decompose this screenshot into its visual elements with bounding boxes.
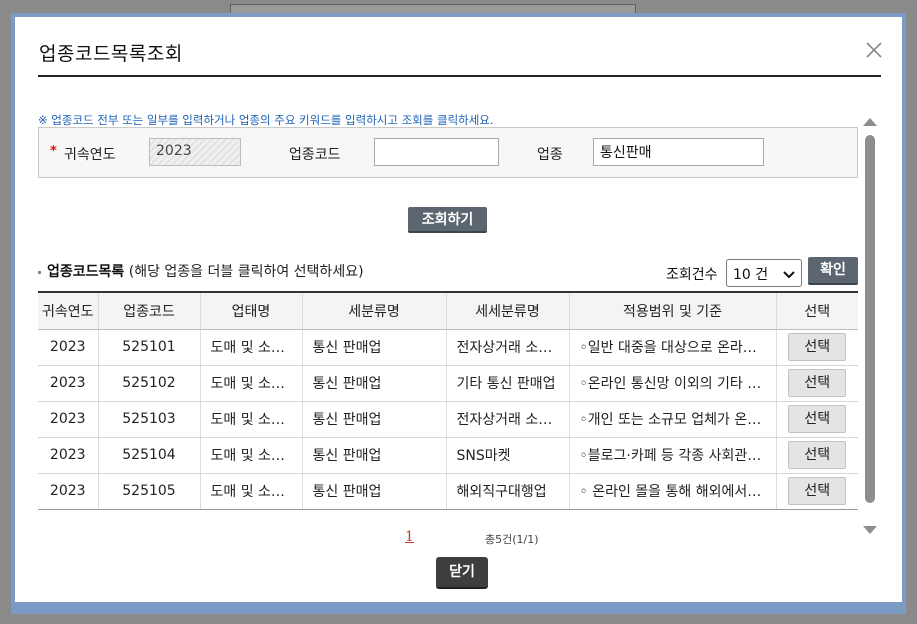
- title-divider: [38, 75, 881, 77]
- cell-business: 도매 및 소매업: [199, 437, 302, 474]
- search-notice: ※ 업종코드 전부 또는 일부를 입력하거나 업종의 주요 키워드를 입력하시고…: [38, 113, 494, 127]
- scroll-thumb[interactable]: [865, 135, 875, 503]
- header-detail-category: 세세분류명: [445, 291, 569, 330]
- cell-year: 2023: [38, 473, 98, 510]
- dialog-content: ※ 업종코드 전부 또는 일부를 입력하거나 업종의 주요 키워드를 입력하시고…: [38, 107, 883, 546]
- cell-detail-category: 전자상거래 소매 중개업: [445, 401, 569, 438]
- dialog-bottom-border: [15, 602, 902, 610]
- header-year: 귀속연도: [38, 291, 98, 330]
- cell-business: 도매 및 소매업: [199, 473, 302, 510]
- select-button[interactable]: 선택: [788, 477, 847, 505]
- count-select[interactable]: 10 건: [726, 259, 802, 287]
- cell-year: 2023: [38, 437, 98, 474]
- cell-year: 2023: [38, 329, 98, 366]
- search-panel: * 귀속연도 2023 업종코드 업종: [38, 127, 858, 178]
- header-code: 업종코드: [97, 291, 200, 330]
- cell-year: 2023: [38, 401, 98, 438]
- table-row[interactable]: 2023 525101 도매 및 소매업 통신 판매업 전자상거래 소매업 ◦일…: [38, 329, 858, 366]
- cell-business: 도매 및 소매업: [199, 365, 302, 402]
- list-title: 업종코드목록: [47, 264, 125, 280]
- search-button[interactable]: 조회하기: [408, 207, 487, 233]
- cell-detail-category: SNS마켓: [445, 437, 569, 474]
- industry-label: 업종: [537, 147, 563, 163]
- required-mark: *: [50, 144, 57, 159]
- cell-code: 525101: [97, 329, 200, 366]
- year-field: 2023: [149, 138, 241, 166]
- cell-subcategory: 통신 판매업: [301, 329, 446, 366]
- cell-scope: ◦온라인 통신망 이외의 기타 통신 수단에 의하여: [568, 365, 776, 402]
- table-row[interactable]: 2023 525103 도매 및 소매업 통신 판매업 전자상거래 소매 중개업…: [38, 401, 858, 438]
- list-hint: (해당 업종을 더블 클릭하여 선택하세요): [128, 264, 364, 280]
- chevron-down-icon: [783, 268, 795, 284]
- cell-select: 선택: [775, 437, 858, 474]
- cell-detail-category: 기타 통신 판매업: [445, 365, 569, 402]
- cell-select: 선택: [775, 473, 858, 510]
- select-button[interactable]: 선택: [788, 369, 847, 397]
- dialog-title: 업종코드목록조회: [39, 43, 183, 65]
- list-heading: 업종코드목록 (해당 업종을 더블 클릭하여 선택하세요): [38, 261, 364, 281]
- table-row[interactable]: 2023 525105 도매 및 소매업 통신 판매업 해외직구대행업 ◦ 온라…: [38, 473, 858, 510]
- scroll-down-arrow-icon[interactable]: [863, 521, 877, 534]
- header-business: 업태명: [199, 291, 302, 330]
- bullet-icon: [38, 270, 41, 274]
- cell-subcategory: 통신 판매업: [301, 437, 446, 474]
- cell-code: 525105: [97, 473, 200, 510]
- cell-scope: ◦일반 대중을 대상으로 온라인 통신망을 통하여: [568, 329, 776, 366]
- page-link-current[interactable]: 1: [405, 529, 414, 545]
- dialog-body: 업종코드목록조회 ※ 업종코드 전부 또는 일부를 입력하거나 업종의 주요 키…: [15, 17, 902, 610]
- cell-code: 525104: [97, 437, 200, 474]
- scroll-up-arrow-icon[interactable]: [863, 113, 877, 126]
- cell-scope: ◦개인 또는 소규모 업체가 온라인으로: [568, 401, 776, 438]
- close-button[interactable]: 닫기: [436, 557, 488, 589]
- cell-select: 선택: [775, 365, 858, 402]
- industry-table: 귀속연도 업종코드 업태명 세분류명 세세분류명 적용범위 및 기준 선택 20…: [38, 291, 858, 510]
- table-row[interactable]: 2023 525104 도매 및 소매업 통신 판매업 SNS마켓 ◦블로그·카…: [38, 437, 858, 474]
- cell-code: 525103: [97, 401, 200, 438]
- close-icon[interactable]: [865, 41, 883, 59]
- table-row[interactable]: 2023 525102 도매 및 소매업 통신 판매업 기타 통신 판매업 ◦온…: [38, 365, 858, 402]
- select-button[interactable]: 선택: [788, 405, 847, 433]
- count-value: 10 건: [733, 267, 769, 283]
- select-button[interactable]: 선택: [788, 333, 847, 361]
- year-label: 귀속연도: [64, 147, 116, 163]
- confirm-button[interactable]: 확인: [808, 257, 858, 285]
- cell-select: 선택: [775, 329, 858, 366]
- header-subcategory: 세분류명: [301, 291, 446, 330]
- cell-scope: ◦ 온라인 몰을 통해 해외에서 구매를 대행: [568, 473, 776, 510]
- cell-detail-category: 전자상거래 소매업: [445, 329, 569, 366]
- total-count: 총5건(1/1): [485, 533, 539, 546]
- table-header-row: 귀속연도 업종코드 업태명 세분류명 세세분류명 적용범위 및 기준 선택: [38, 291, 858, 330]
- cell-business: 도매 및 소매업: [199, 401, 302, 438]
- cell-year: 2023: [38, 365, 98, 402]
- code-label: 업종코드: [289, 147, 341, 163]
- header-scope: 적용범위 및 기준: [568, 291, 776, 330]
- cell-scope: ◦블로그·카페 등 각종 사회관계망서비스: [568, 437, 776, 474]
- vertical-scrollbar[interactable]: [860, 113, 880, 545]
- cell-code: 525102: [97, 365, 200, 402]
- cell-detail-category: 해외직구대행업: [445, 473, 569, 510]
- cell-subcategory: 통신 판매업: [301, 473, 446, 510]
- cell-business: 도매 및 소매업: [199, 329, 302, 366]
- select-button[interactable]: 선택: [788, 441, 847, 469]
- industry-code-dialog: 업종코드목록조회 ※ 업종코드 전부 또는 일부를 입력하거나 업종의 주요 키…: [11, 13, 906, 614]
- count-label: 조회건수: [666, 267, 718, 283]
- cell-subcategory: 통신 판매업: [301, 401, 446, 438]
- industry-keyword-input[interactable]: [593, 138, 764, 166]
- cell-subcategory: 통신 판매업: [301, 365, 446, 402]
- header-select: 선택: [775, 291, 858, 330]
- industry-code-input[interactable]: [374, 138, 499, 166]
- cell-select: 선택: [775, 401, 858, 438]
